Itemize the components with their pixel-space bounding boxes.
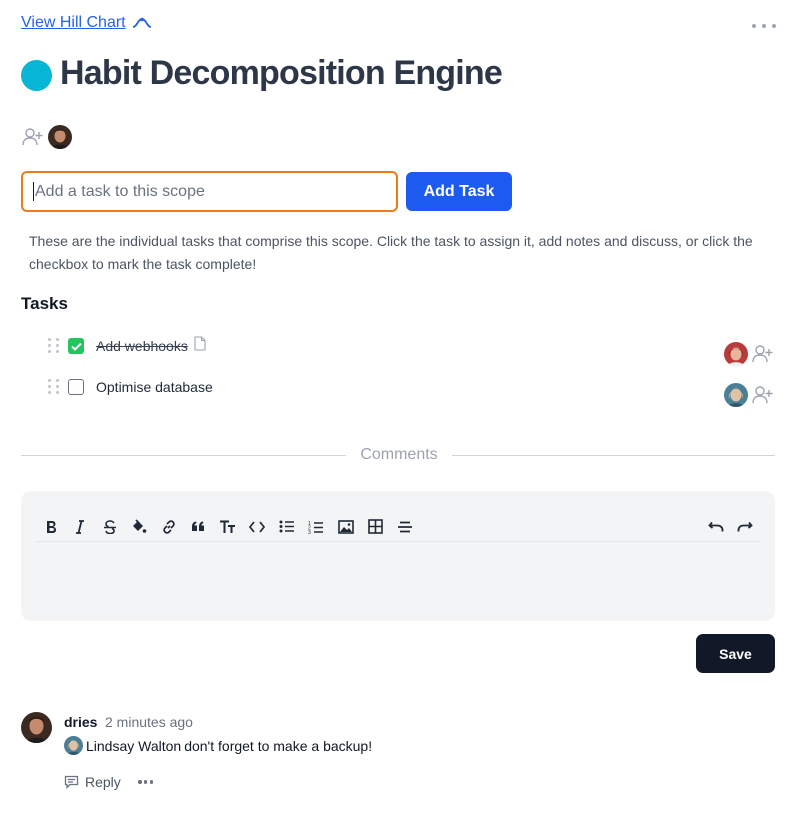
link-icon[interactable] [154,514,184,540]
table-icon[interactable] [361,514,391,540]
reply-button[interactable]: Reply [64,774,121,790]
task-row[interactable]: Optimise database [48,374,778,407]
bold-icon[interactable] [36,514,66,540]
scope-more-options-icon[interactable] [752,18,776,34]
scope-color-dot [21,60,52,91]
mention-avatar [64,736,83,755]
task-label[interactable]: Optimise database [96,379,213,395]
text-size-icon[interactable] [213,514,243,540]
hill-chart-icon [132,17,151,28]
svg-text:3: 3 [308,530,311,534]
view-hill-chart-label: View Hill Chart [21,14,126,31]
quote-icon[interactable] [184,514,214,540]
note-document-icon [194,336,206,356]
reply-label: Reply [85,774,121,790]
view-hill-chart-link[interactable]: View Hill Chart [21,14,152,32]
comment-author-avatar[interactable] [21,712,52,743]
check-icon [70,342,82,351]
comment-body: Lindsay Walton don't forget to make a ba… [64,736,372,755]
highlight-icon[interactable] [125,514,155,540]
save-comment-button[interactable]: Save [696,634,775,673]
task-checkbox[interactable] [68,379,84,395]
horizontal-rule-icon[interactable] [390,514,420,540]
comments-heading: Comments [346,446,452,464]
member-avatar[interactable] [48,125,72,149]
comment-timestamp: 2 minutes ago [105,714,193,730]
reply-icon [64,775,79,789]
task-label[interactable]: Add webhooks [96,338,188,354]
numbered-list-icon[interactable]: 123 [302,514,332,540]
tasks-helper-text: These are the individual tasks that comp… [29,233,753,272]
assignee-avatar[interactable] [724,383,748,407]
task-checkbox[interactable] [68,338,84,354]
image-icon[interactable] [331,514,361,540]
add-member-icon[interactable] [22,126,44,153]
tasks-heading: Tasks [21,294,68,313]
comment-author[interactable]: dries [64,714,97,730]
assign-user-icon[interactable] [752,384,774,406]
task-row[interactable]: Add webhooks [48,333,778,366]
redo-icon[interactable] [731,514,761,540]
comment-text: don't forget to make a backup! [184,737,373,754]
assignee-avatar[interactable] [724,342,748,366]
undo-icon[interactable] [701,514,731,540]
bullet-list-icon[interactable] [272,514,302,540]
strikethrough-icon[interactable] [95,514,125,540]
comment-more-options-icon[interactable] [138,780,153,784]
text-caret [33,182,34,201]
code-icon[interactable] [243,514,273,540]
drag-handle-icon[interactable] [48,379,60,395]
comment-editor[interactable] [21,491,775,621]
editor-toolbar: 123 [36,512,760,542]
assign-user-icon[interactable] [752,343,774,365]
add-task-input[interactable] [21,171,398,212]
page-title: Habit Decomposition Engine [60,54,503,92]
drag-handle-icon[interactable] [48,338,60,354]
mention-name[interactable]: Lindsay Walton [86,738,181,754]
italic-icon[interactable] [66,514,96,540]
add-task-button[interactable]: Add Task [406,172,512,211]
